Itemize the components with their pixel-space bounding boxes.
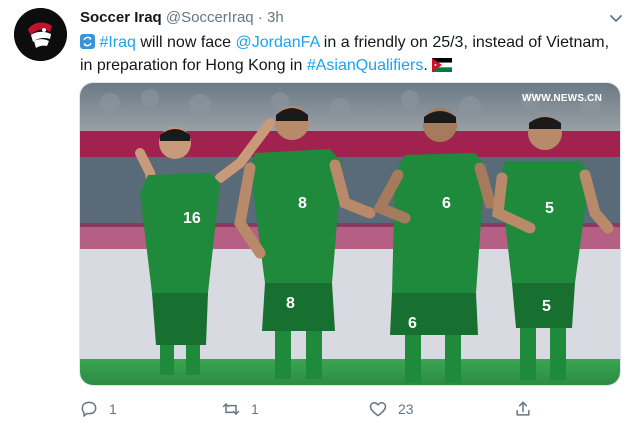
avatar[interactable] [14, 8, 67, 61]
like-button[interactable]: 23 [368, 398, 414, 420]
reply-count: 1 [109, 401, 117, 417]
repeat-emoji-icon [80, 34, 95, 49]
tweet-photo[interactable]: 16 8 6 5 8 6 5 WWW.NEWS.CN [79, 82, 621, 386]
share-button[interactable] [513, 398, 543, 420]
players-celebrating-image: 16 8 6 5 8 6 5 [80, 83, 620, 385]
reply-button[interactable]: 1 [79, 398, 117, 420]
tweet-text: #Iraq will now face @JordanFA in a frien… [80, 31, 620, 77]
jersey-number: 8 [298, 195, 307, 212]
tweet-header: Soccer Iraq @SoccerIraq · 3h [80, 9, 600, 31]
hashtag-iraq-link[interactable]: #Iraq [99, 34, 135, 51]
hashtag-asianqualifiers-link[interactable]: #AsianQualifiers [307, 57, 424, 74]
author-handle[interactable]: @SoccerIraq [166, 9, 254, 26]
photo-watermark: WWW.NEWS.CN [522, 93, 602, 104]
tweet-text-part-3: . [423, 57, 433, 74]
jordan-flag-icon [432, 56, 453, 72]
tweet-action-bar: 1 1 23 [79, 398, 539, 420]
reply-icon [81, 401, 97, 417]
tweet-timestamp[interactable]: 3h [267, 9, 284, 26]
author-name[interactable]: Soccer Iraq [80, 9, 162, 26]
soccer-iraq-logo [14, 8, 67, 61]
retweet-count: 1 [251, 401, 259, 417]
jersey-number: 5 [542, 298, 551, 315]
jersey-number: 6 [442, 195, 451, 212]
retweet-button[interactable]: 1 [221, 398, 259, 420]
tweet-text-part-1: will now face [135, 34, 236, 51]
separator-dot: · [257, 9, 263, 26]
jersey-number: 8 [286, 295, 295, 312]
mention-jordanfa-link[interactable]: @JordanFA [236, 34, 320, 51]
like-count: 23 [398, 401, 414, 417]
heart-icon [369, 402, 387, 417]
retweet-icon [222, 403, 240, 415]
jersey-number: 16 [183, 210, 201, 227]
jersey-number: 6 [408, 315, 417, 332]
share-icon [516, 401, 530, 416]
jersey-number: 5 [545, 200, 554, 217]
chevron-down-icon[interactable] [608, 10, 624, 26]
